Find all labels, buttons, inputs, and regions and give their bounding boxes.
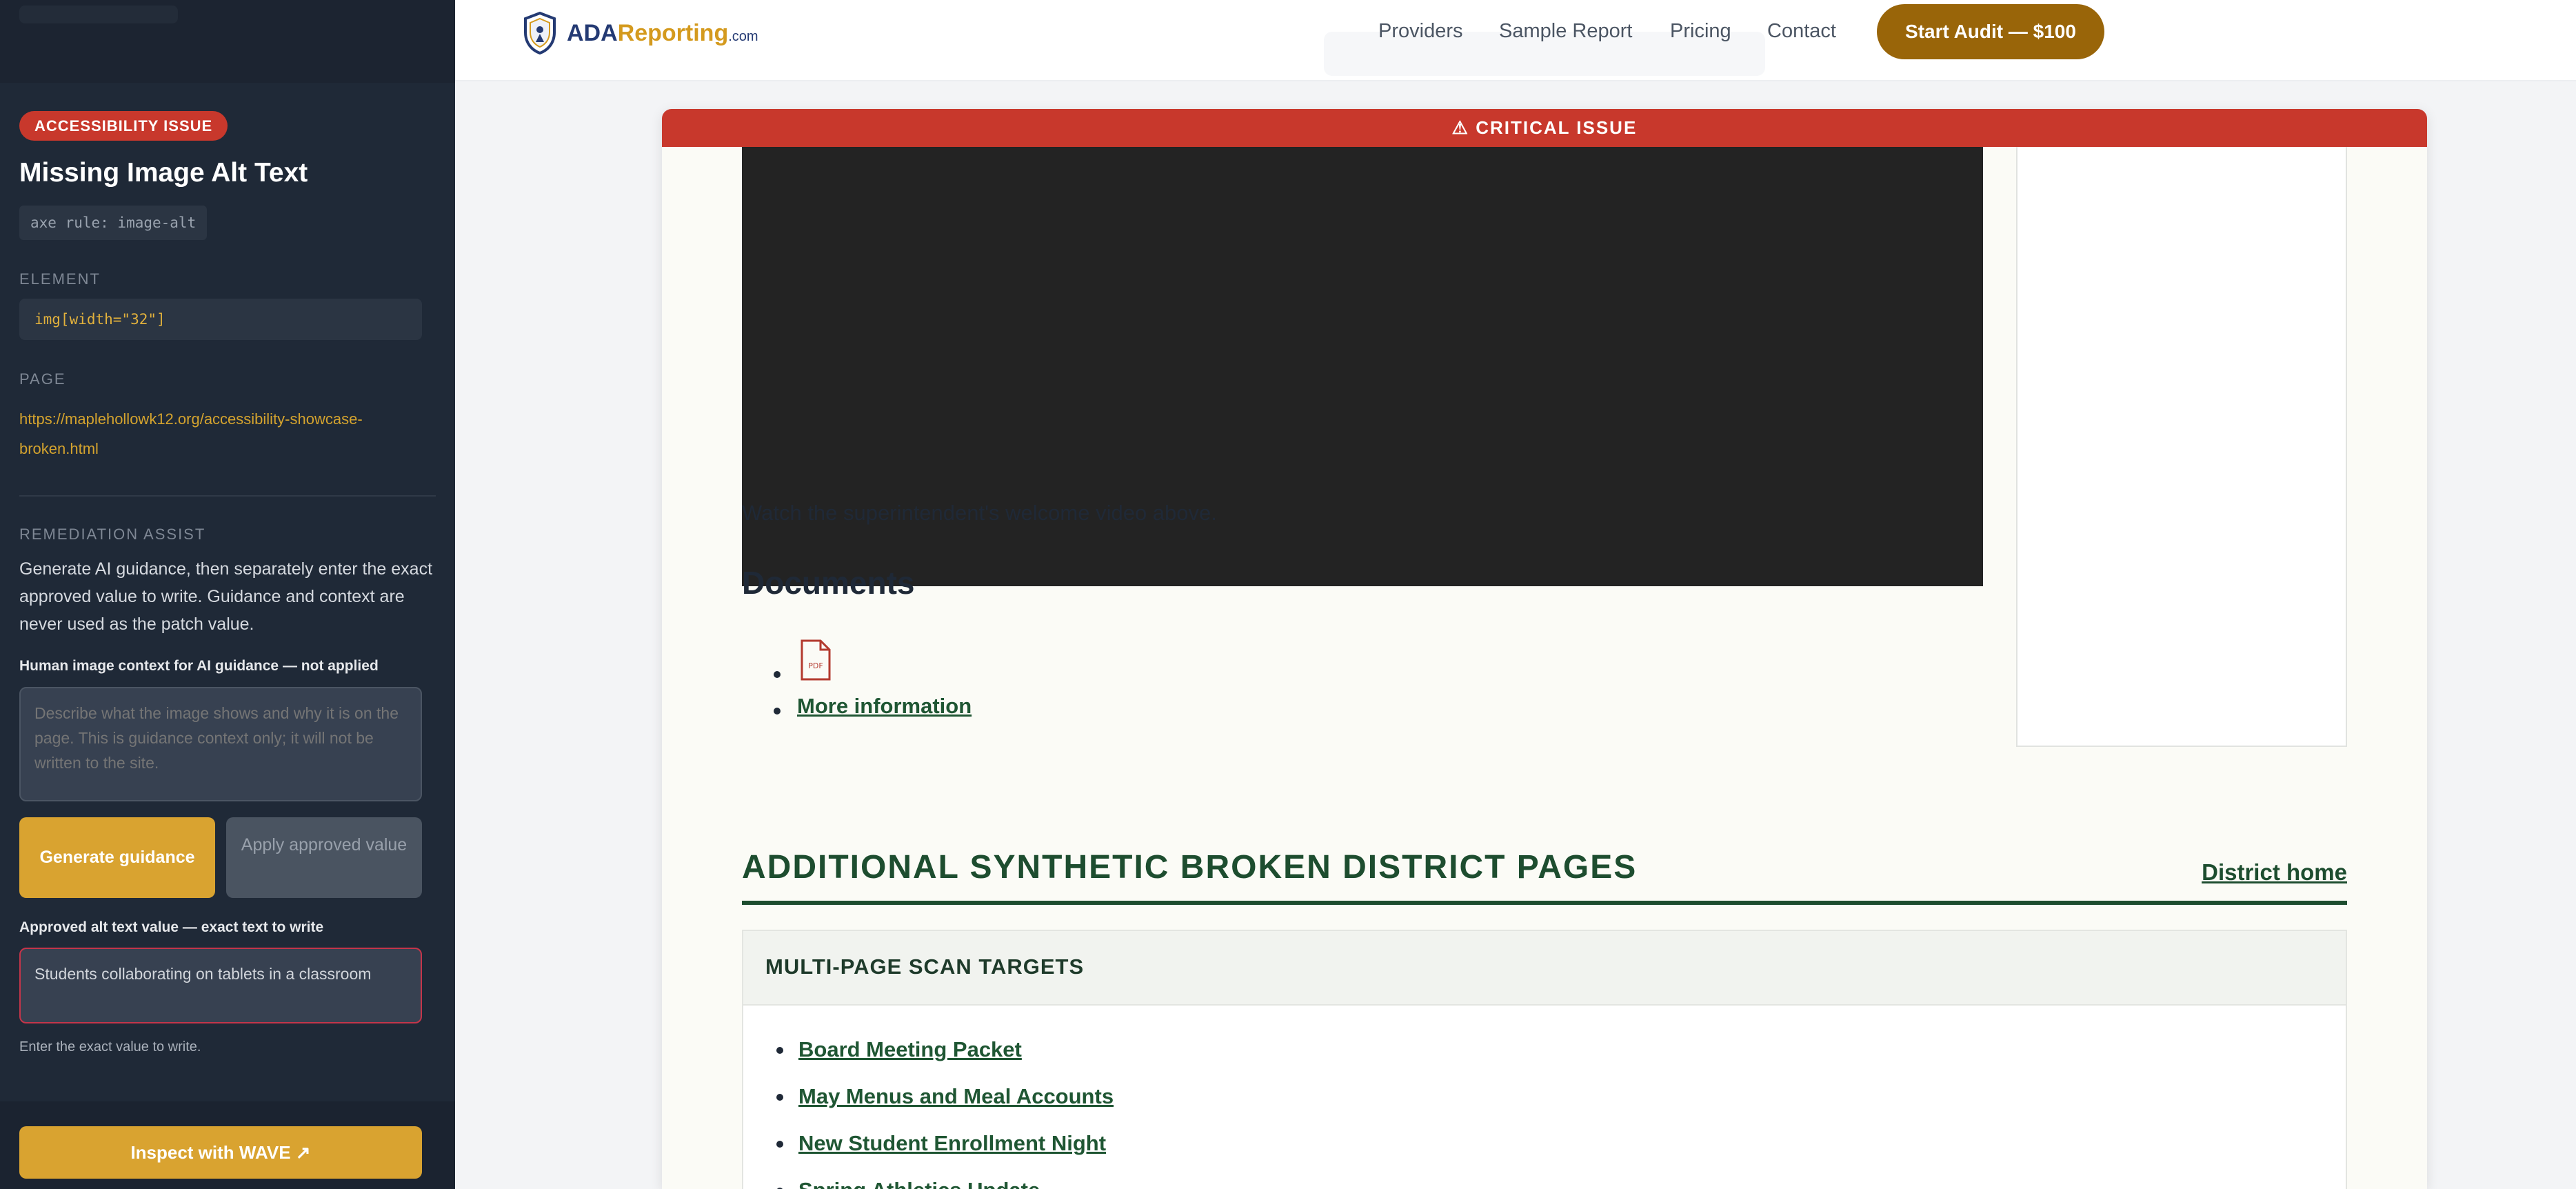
start-audit-button[interactable]: Start Audit — $100 [1877,4,2104,59]
apply-approved-value-button[interactable]: Apply approved value [226,817,422,898]
scan-targets-title: MULTI-PAGE SCAN TARGETS [765,955,1085,979]
list-bullet [774,671,781,678]
page-label: PAGE [19,370,66,388]
target-link-board-meeting[interactable]: Board Meeting Packet [798,1037,1022,1062]
district-home-link[interactable]: District home [2202,859,2347,886]
inspect-with-wave-button[interactable]: Inspect with WAVE ↗ [19,1126,422,1179]
page-url-link[interactable]: https://maplehollowk12.org/accessibility… [19,404,433,463]
issue-type-badge: ACCESSIBILITY ISSUE [19,111,228,141]
documents-heading: Documents [742,565,915,601]
element-label: ELEMENT [19,270,101,288]
critical-issue-banner: ⚠ CRITICAL ISSUE [662,109,2427,147]
element-selector: img[width="32"] [19,299,422,340]
axe-rule-chip: axe rule: image-alt [19,206,208,240]
image-context-input[interactable] [19,687,422,801]
svg-text:PDF: PDF [808,661,823,670]
shield-icon [524,12,556,54]
video-caption: Watch the superintendent's welcome video… [742,501,1217,525]
list-bullet [776,1141,783,1148]
sidebar-top-placeholder [19,6,178,23]
list-bullet [774,708,781,715]
nav-sample-report[interactable]: Sample Report [1499,20,1632,43]
more-information-link[interactable]: More information [797,694,972,719]
generate-guidance-button[interactable]: Generate guidance [19,817,215,898]
approved-alt-text-input[interactable]: Students collaborating on tablets in a c… [19,948,422,1023]
page-preview-card: ⚠ CRITICAL ISSUE Watch the superintenden… [662,109,2427,1189]
issue-title: Missing Image Alt Text [19,158,308,188]
nav-contact[interactable]: Contact [1767,20,1836,43]
logo-wordmark: ADAReporting.com [567,19,758,46]
section-heading: ADDITIONAL SYNTHETIC BROKEN DISTRICT PAG… [742,849,1638,886]
scan-targets-header: MULTI-PAGE SCAN TARGETS [743,931,2346,1006]
image-context-label: Human image context for AI guidance — no… [19,658,379,674]
sidebar-divider [19,495,436,497]
nav-pricing[interactable]: Pricing [1670,20,1731,43]
sidebar-top-strip [0,0,455,83]
section-divider [742,901,2347,905]
issue-sidebar: ACCESSIBILITY ISSUE Missing Image Alt Te… [0,0,455,1189]
nav-providers[interactable]: Providers [1378,20,1463,43]
site-logo[interactable]: ADAReporting.com [523,11,758,55]
target-link-may-menus[interactable]: May Menus and Meal Accounts [798,1084,1114,1109]
target-link-enrollment-night[interactable]: New Student Enrollment Night [798,1131,1106,1156]
list-bullet [776,1047,783,1054]
remediation-assist-label: REMEDIATION ASSIST [19,526,206,543]
target-link-spring-athletics[interactable]: Spring Athletics Update [798,1178,1040,1189]
remediation-description: Generate AI guidance, then separately en… [19,559,433,634]
preview-side-panel [2016,147,2347,747]
pdf-file-icon[interactable]: PDF [800,639,832,681]
list-bullet [776,1094,783,1101]
scan-targets-panel: MULTI-PAGE SCAN TARGETS Board Meeting Pa… [742,930,2347,1189]
approved-alt-text-label: Approved alt text value — exact text to … [19,919,324,935]
approved-value-hint: Enter the exact value to write. [19,1039,201,1055]
